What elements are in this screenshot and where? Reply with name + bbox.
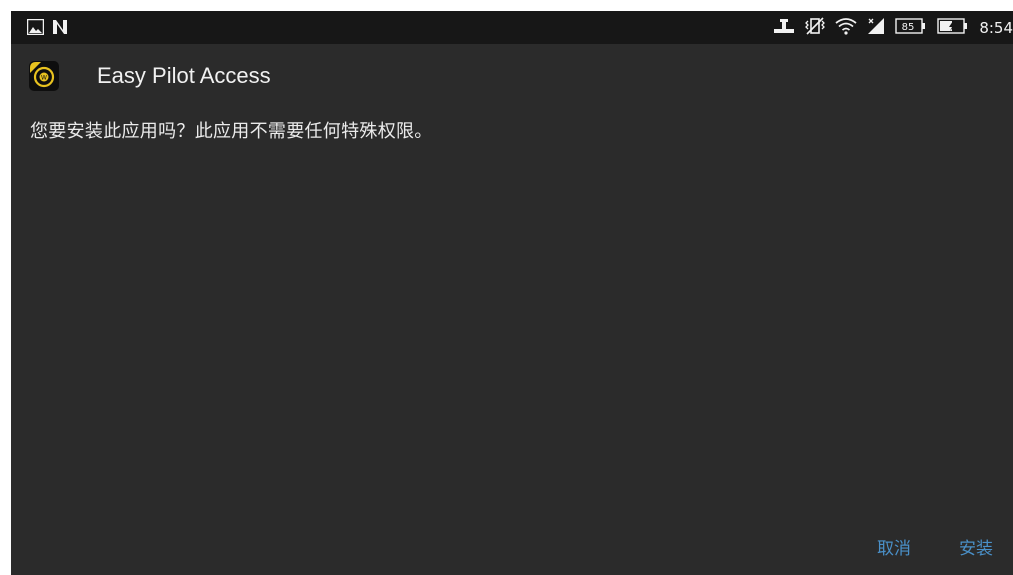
signal-icon bbox=[867, 17, 885, 39]
vibrate-icon bbox=[805, 17, 826, 39]
install-message: 您要安装此应用吗？此应用不需要任何特殊权限。 bbox=[30, 121, 433, 142]
battery-indicator-icon: 85 bbox=[895, 18, 927, 38]
battery-icon bbox=[937, 18, 969, 38]
cancel-button[interactable]: 取消 bbox=[877, 534, 911, 559]
app-header: W Easy Pilot Access bbox=[29, 59, 271, 93]
status-right-icons: 85 8:54 bbox=[773, 17, 1013, 39]
screen: 85 8:54 W Easy Pilot Access 您要安装此应用吗？此应用… bbox=[11, 11, 1013, 575]
n-icon bbox=[52, 19, 68, 39]
svg-text:W: W bbox=[41, 75, 47, 82]
app-title: Easy Pilot Access bbox=[97, 63, 271, 88]
install-button[interactable]: 安装 bbox=[959, 534, 993, 559]
app-icon: W bbox=[29, 61, 59, 91]
battery-level-text: 85 bbox=[902, 22, 915, 33]
usb-icon bbox=[773, 18, 795, 38]
image-icon bbox=[26, 18, 45, 39]
dialog-actions: 取消 安装 bbox=[877, 534, 993, 559]
status-left-icons bbox=[26, 18, 68, 39]
status-bar: 85 8:54 bbox=[11, 11, 1013, 44]
time: 8:54 bbox=[979, 19, 1013, 37]
wifi-icon bbox=[835, 17, 857, 39]
